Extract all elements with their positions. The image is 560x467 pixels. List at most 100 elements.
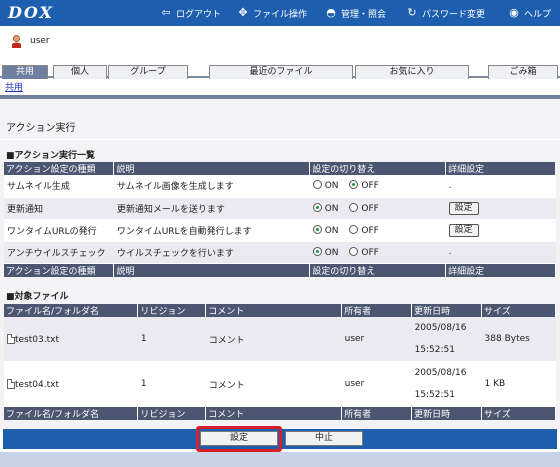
user-bar: user (0, 26, 560, 59)
col-footer-toggle: 設定の切り替え (309, 263, 447, 277)
file-owner: user (341, 361, 412, 407)
radio-on[interactable] (312, 224, 322, 234)
file-ops-icon: ✥ (238, 6, 248, 19)
text-file-icon (7, 378, 15, 389)
user-name: user (30, 36, 50, 46)
col-footer-size: サイズ (481, 406, 556, 420)
tab-personal[interactable]: 個人 (53, 65, 107, 79)
highlight-frame (196, 426, 282, 452)
files-section-title: ■対象ファイル (6, 292, 69, 302)
radio-on[interactable] (312, 202, 322, 212)
detail-settings-button[interactable]: 設定 (448, 223, 479, 237)
file-operations-button[interactable]: ✥ ファイル操作 (237, 5, 307, 21)
admin-button[interactable]: ◓ 管理・照会 (325, 5, 386, 21)
tab-favorites[interactable]: お気に入り (355, 65, 469, 79)
col-footer-detail: 詳細設定 (445, 263, 556, 277)
toggle-cell: ON OFF (309, 197, 446, 220)
file-name-cell: test04.txt (4, 361, 138, 407)
col-footer-description: 説明 (113, 263, 311, 277)
file-table-header: ファイル名/フォルダ名 リビジョン コメント 所有者 更新日時 サイズ (4, 304, 556, 317)
top-navigation-bar: DOX ⇦ ログアウト ✥ ファイル操作 ◓ 管理・照会 ↻ パスワード変更 ◉… (0, 0, 560, 26)
toggle-cell: ON OFF (309, 241, 446, 264)
table-row: アンチウイルスチェック ウイルスチェックを行います ON OFF . (4, 241, 556, 264)
file-size: 388 Bytes (481, 317, 556, 362)
tab-group[interactable]: グループ (108, 65, 188, 79)
help-label: ヘルプ (524, 9, 552, 20)
tab-recent-files[interactable]: 最近のファイル (209, 65, 353, 79)
file-name: test03.txt (15, 334, 59, 345)
action-description: サムネイル画像を生成します (113, 175, 310, 198)
col-footer-owner: 所有者 (341, 406, 413, 420)
cancel-button[interactable]: 中止 (285, 431, 363, 446)
file-name: test04.txt (15, 379, 59, 390)
file-revision: 1 (137, 361, 206, 407)
actions-section-title: ■アクション実行一覧 (6, 151, 96, 161)
col-header-description: 説明 (113, 162, 311, 175)
table-row: ワンタイムURLの発行 ワンタイムURLを自動発行します ON OFF 設定 (4, 219, 556, 242)
file-comment: コメント (205, 317, 342, 362)
col-header-revision: リビジョン (137, 304, 207, 317)
admin-icon: ◓ (326, 6, 336, 19)
action-table: アクション設定の種類 説明 設定の切り替え 詳細設定 サムネイル生成 サムネイル… (4, 162, 556, 277)
radio-off[interactable] (349, 180, 359, 190)
action-description: ワンタイムURLを自動発行します (113, 219, 310, 242)
detail-cell: . (445, 241, 556, 264)
title-divider (0, 139, 560, 140)
action-description: ウイルスチェックを行います (113, 241, 310, 264)
tab-shared[interactable]: 共用 (2, 65, 48, 79)
file-revision: 1 (137, 317, 206, 362)
radio-off[interactable] (349, 224, 359, 234)
radio-off[interactable] (349, 202, 359, 212)
user-avatar-icon (12, 35, 21, 48)
detail-settings-button[interactable]: 設定 (448, 201, 479, 215)
file-table-footer: ファイル名/フォルダ名 リビジョン コメント 所有者 更新日時 サイズ (4, 406, 556, 420)
detail-cell: 設定 (445, 219, 556, 242)
detail-cell: . (445, 175, 556, 198)
admin-label: 管理・照会 (341, 9, 387, 20)
col-header-action-type: アクション設定の種類 (4, 162, 115, 175)
col-header-filename: ファイル名/フォルダ名 (4, 304, 139, 317)
table-row[interactable]: test04.txt 1 コメント user 2005/08/16 15:52:5… (4, 361, 556, 407)
action-type: アンチウイルスチェック (4, 241, 114, 264)
table-row: 更新通知 更新通知メールを送ります ON OFF 設定 (4, 197, 556, 220)
table-row[interactable]: test03.txt 1 コメント user 2005/08/16 15:52:5… (4, 317, 556, 362)
col-header-updated: 更新日時 (411, 304, 483, 317)
col-footer-updated: 更新日時 (411, 406, 483, 420)
radio-on[interactable] (312, 180, 322, 190)
logout-icon: ⇦ (161, 6, 171, 19)
tab-trash[interactable]: ごみ箱 (488, 65, 558, 79)
col-footer-comment: コメント (205, 406, 343, 420)
col-header-toggle: 設定の切り替え (309, 162, 447, 175)
app-logo: DOX (8, 3, 54, 22)
file-size: 1 KB (481, 361, 556, 407)
text-file-icon (7, 333, 15, 344)
table-row: サムネイル生成 サムネイル画像を生成します ON OFF . (4, 175, 556, 198)
breadcrumb-shared-link[interactable]: 共用 (5, 80, 23, 93)
file-table: ファイル名/フォルダ名 リビジョン コメント 所有者 更新日時 サイズ test… (4, 304, 556, 420)
password-change-button[interactable]: ↻ パスワード変更 (406, 5, 485, 21)
col-footer-revision: リビジョン (137, 406, 207, 420)
file-comment: コメント (205, 361, 342, 407)
col-footer-action-type: アクション設定の種類 (4, 263, 115, 277)
action-type: 更新通知 (4, 197, 114, 220)
col-footer-filename: ファイル名/フォルダ名 (4, 406, 139, 420)
detail-cell: 設定 (445, 197, 556, 220)
col-header-size: サイズ (481, 304, 556, 317)
page-title: アクション実行 (6, 123, 76, 134)
action-type: ワンタイムURLの発行 (4, 219, 114, 242)
main-panel: アクション実行 ■アクション実行一覧 アクション設定の種類 説明 設定の切り替え… (0, 99, 560, 429)
file-name-cell: test03.txt (4, 317, 138, 362)
tab-bar: 共用 個人 グループ 最近のファイル お気に入り ごみ箱 (0, 62, 560, 79)
help-button[interactable]: ◉ ヘルプ (508, 5, 551, 21)
logout-button[interactable]: ⇦ ログアウト (160, 5, 221, 21)
help-icon: ◉ (509, 6, 519, 19)
file-owner: user (341, 317, 412, 362)
col-header-detail: 詳細設定 (445, 162, 556, 175)
password-label: パスワード変更 (422, 9, 486, 20)
file-updated: 2005/08/16 15:52:51 (411, 361, 482, 407)
action-description: 更新通知メールを送ります (113, 197, 310, 220)
bottom-strip (0, 452, 560, 467)
radio-off[interactable] (349, 246, 359, 256)
radio-on[interactable] (312, 246, 322, 256)
action-table-footer: アクション設定の種類 説明 設定の切り替え 詳細設定 (4, 263, 556, 277)
